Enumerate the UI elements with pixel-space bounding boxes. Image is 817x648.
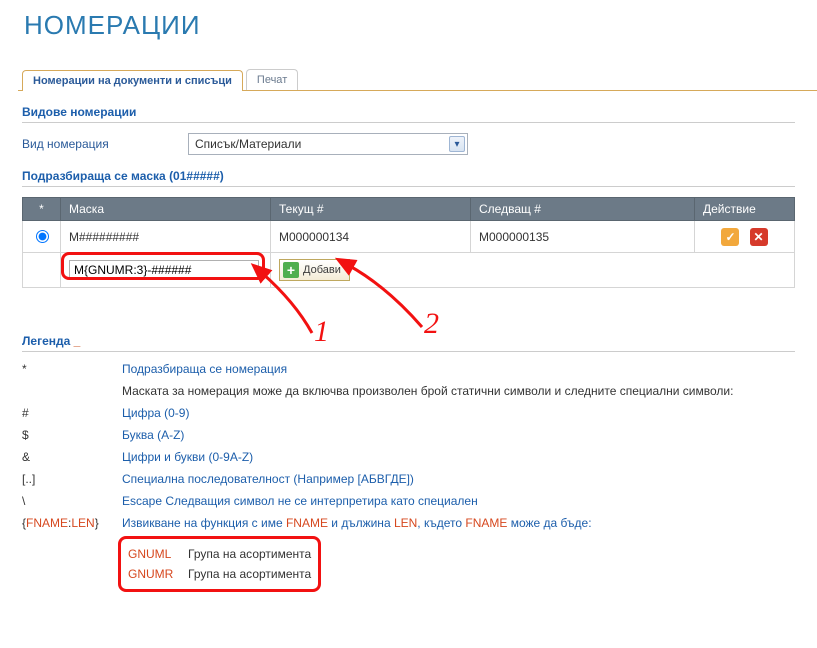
legend-title: Легенда _	[22, 334, 795, 352]
legend-sym: #	[22, 406, 122, 420]
legend-sym: &	[22, 450, 122, 464]
tab-numerations[interactable]: Номерации на документи и списъци	[22, 70, 243, 91]
page-title: НОМЕРАЦИИ	[24, 10, 817, 41]
legend-sym: $	[22, 428, 122, 442]
legend-sym: *	[22, 362, 122, 376]
add-button-label: Добави	[303, 264, 341, 276]
col-next: Следващ #	[471, 198, 695, 221]
numeration-type-select[interactable]: Списък/Материали ▾	[188, 133, 468, 155]
next-cell: M000000135	[471, 221, 695, 253]
func-desc: Група на асортимента	[188, 567, 311, 581]
legend-desc: Подразбираща се номерация	[122, 362, 795, 376]
plus-icon: +	[283, 262, 299, 278]
numeration-type-value: Списък/Материали	[195, 137, 301, 151]
confirm-icon[interactable]: ✓	[721, 228, 739, 246]
mask-cell: M#########	[61, 221, 271, 253]
legend: *Подразбираща се номерация Маската за но…	[22, 358, 795, 590]
func-desc: Група на асортимента	[188, 547, 311, 561]
func-table: GNUMLГрупа на асортимента GNUMRГрупа на …	[122, 538, 317, 590]
col-mask: Маска	[61, 198, 271, 221]
legend-desc: Маската за номерация може да включва про…	[122, 384, 795, 398]
delete-icon[interactable]: ✕	[750, 228, 768, 246]
col-action: Действие	[695, 198, 795, 221]
new-mask-input[interactable]	[69, 260, 259, 280]
section-types-title: Видове номерации	[22, 105, 795, 123]
numeration-type-label: Вид номерация	[22, 137, 172, 151]
table-row-new: + Добави	[23, 253, 795, 288]
legend-desc: Буква (A-Z)	[122, 428, 795, 442]
default-mask-radio[interactable]	[36, 230, 49, 243]
legend-sym: {FNAME:LEN}	[22, 516, 122, 530]
table-row: M######### M000000134 M000000135 ✓ ✕	[23, 221, 795, 253]
chevron-down-icon: ▾	[449, 136, 465, 152]
tab-bar: Номерации на документи и списъци Печат	[18, 69, 817, 91]
legend-desc: Цифри и букви (0-9A-Z)	[122, 450, 795, 464]
section-mask-title: Подразбираща се маска (01#####)	[22, 169, 795, 187]
legend-desc: Специална последователност (Например [АБ…	[122, 472, 795, 486]
func-name: GNUMR	[128, 567, 188, 581]
col-current: Текущ #	[271, 198, 471, 221]
tab-print[interactable]: Печат	[246, 69, 298, 90]
func-name: GNUML	[128, 547, 188, 561]
current-cell: M000000134	[271, 221, 471, 253]
legend-sym: \	[22, 494, 122, 508]
legend-sym: [..]	[22, 472, 122, 486]
add-button[interactable]: + Добави	[279, 259, 350, 281]
legend-desc: Извикване на функция с име FNAME и дължи…	[122, 516, 795, 530]
legend-desc: Escape Следващия символ не се интерпрети…	[122, 494, 795, 508]
legend-sym	[22, 384, 122, 398]
legend-desc: Цифра (0-9)	[122, 406, 795, 420]
col-star: *	[23, 198, 61, 221]
mask-table: * Маска Текущ # Следващ # Действие M####…	[22, 197, 795, 288]
collapse-icon[interactable]: _	[74, 334, 81, 348]
